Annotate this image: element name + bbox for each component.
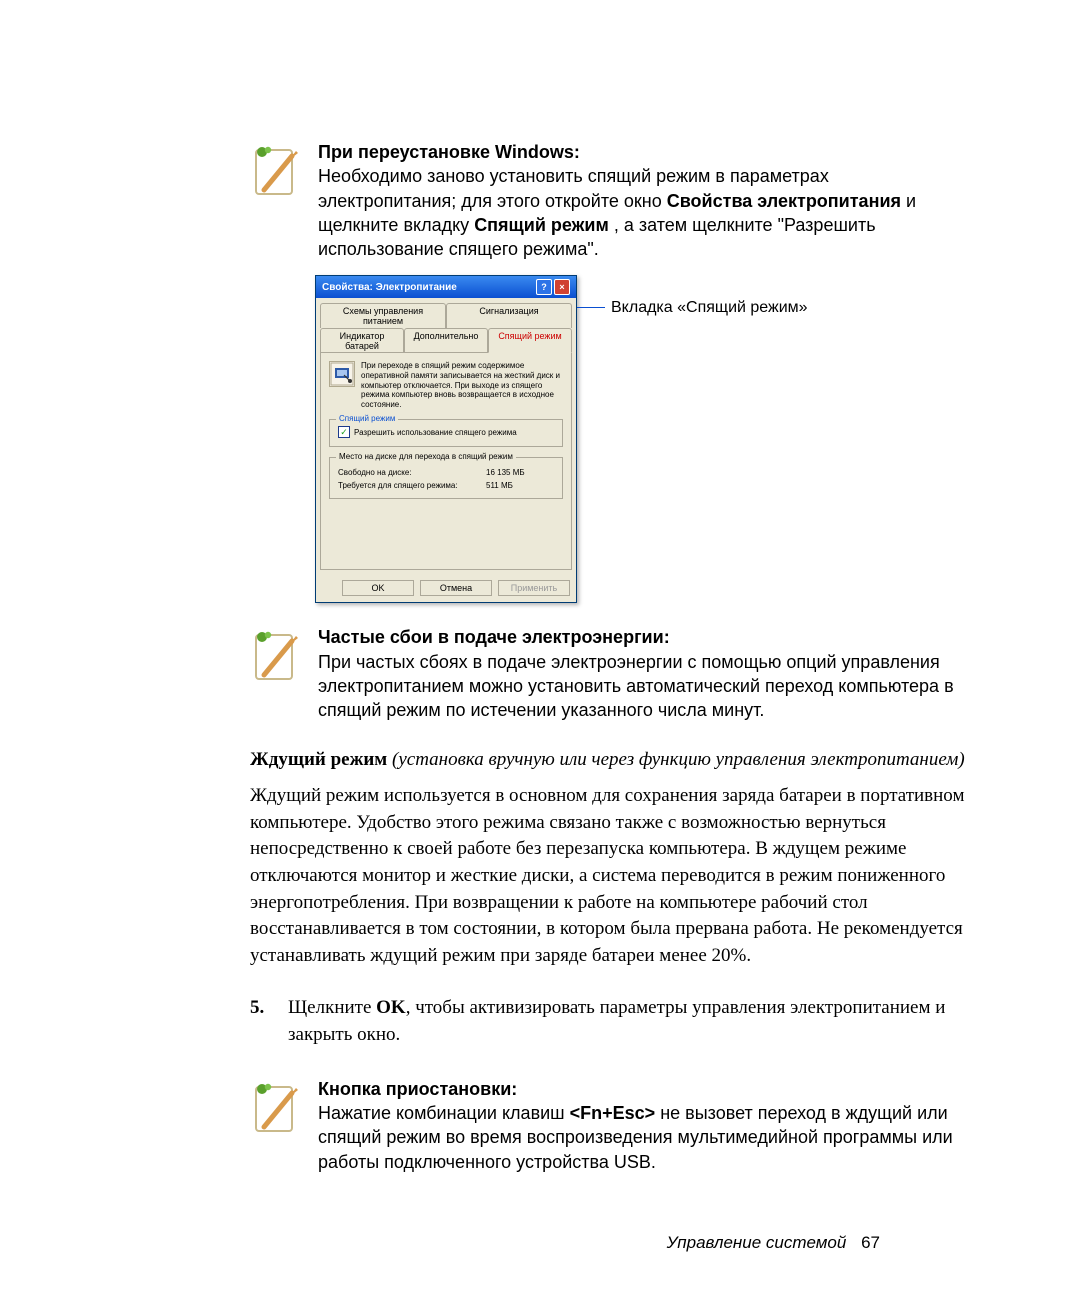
- dialog-info-text: При переходе в спящий режим содержимое о…: [361, 361, 563, 409]
- note-power-failures: Частые сбои в подаче электроэнергии: При…: [250, 625, 970, 722]
- note-text: Кнопка приостановки: Нажатие комбинации …: [318, 1077, 970, 1174]
- callout-label: Вкладка «Спящий режим»: [611, 299, 808, 317]
- callout-leader: [577, 307, 605, 309]
- note-suspend-button: Кнопка приостановки: Нажатие комбинации …: [250, 1077, 970, 1174]
- disk-free-value: 16 135 МБ: [486, 468, 525, 477]
- hibernate-icon: [329, 361, 355, 387]
- standby-paren: (установка вручную или через функцию упр…: [392, 749, 965, 770]
- page-footer: Управление системой 67: [667, 1233, 880, 1253]
- tab-hibernate[interactable]: Спящий режим: [488, 328, 572, 353]
- group-disk: Место на диске для перехода в спящий реж…: [329, 457, 563, 499]
- note-heading: Кнопка приостановки:: [318, 1079, 517, 1099]
- dialog-buttons: OK Отмена Применить: [316, 574, 576, 602]
- page-number: 67: [861, 1233, 880, 1252]
- power-dialog: Свойства: Электропитание ? × Схемы управ…: [315, 275, 577, 603]
- group-hibernate-legend: Спящий режим: [336, 414, 398, 423]
- note-bold2: Спящий режим: [474, 215, 609, 235]
- tab-schemes[interactable]: Схемы управления питанием: [320, 303, 446, 328]
- note-reinstall-windows: При переустановке Windows: Необходимо за…: [250, 140, 970, 261]
- note-bold: <Fn+Esc>: [570, 1103, 656, 1123]
- step-text: Щелкните OK, чтобы активизировать параме…: [288, 995, 970, 1048]
- note-icon: [250, 144, 300, 199]
- allow-hibernate-checkbox[interactable]: ✓ Разрешить использование спящего режима: [338, 426, 554, 438]
- note-bold1: Свойства электропитания: [667, 191, 901, 211]
- note-heading: Частые сбои в подаче электроэнергии:: [318, 627, 670, 647]
- step-number: 5.: [250, 995, 272, 1048]
- help-button[interactable]: ?: [536, 279, 552, 295]
- group-disk-legend: Место на диске для перехода в спящий реж…: [336, 452, 516, 461]
- hibernate-req-label: Требуется для спящего режима:: [338, 481, 478, 490]
- hibernate-req-value: 511 МБ: [486, 481, 513, 490]
- step-5: 5. Щелкните OK, чтобы активизировать пар…: [250, 995, 970, 1048]
- document-page: При переустановке Windows: Необходимо за…: [0, 0, 1080, 1309]
- dialog-title: Свойства: Электропитание: [322, 282, 457, 293]
- dialog-row: Свойства: Электропитание ? × Схемы управ…: [315, 275, 970, 603]
- dialog-body: При переходе в спящий режим содержимое о…: [320, 352, 572, 570]
- apply-button[interactable]: Применить: [498, 580, 570, 596]
- step-bold: OK: [376, 997, 406, 1018]
- tab-battery[interactable]: Индикатор батарей: [320, 328, 404, 353]
- close-button[interactable]: ×: [554, 279, 570, 295]
- note-heading: При переустановке Windows:: [318, 142, 580, 162]
- dialog-titlebar: Свойства: Электропитание ? ×: [316, 276, 576, 298]
- dialog-tabs: Схемы управления питанием Сигнализация И…: [316, 298, 576, 352]
- note-pre: Нажатие комбинации клавиш: [318, 1103, 570, 1123]
- standby-title: Ждущий режим: [250, 749, 387, 770]
- standby-body: Ждущий режим используется в основном для…: [250, 783, 970, 969]
- disk-free-label: Свободно на диске:: [338, 468, 478, 477]
- group-hibernate: Спящий режим ✓ Разрешить использование с…: [329, 419, 563, 447]
- checkbox-icon: ✓: [338, 426, 350, 438]
- note-icon: [250, 1081, 300, 1136]
- note-text: Частые сбои в подаче электроэнергии: При…: [318, 625, 970, 722]
- callout-hibernate-tab: Вкладка «Спящий режим»: [577, 299, 808, 317]
- allow-hibernate-label: Разрешить использование спящего режима: [354, 428, 517, 437]
- dialog-info: При переходе в спящий режим содержимое о…: [329, 361, 563, 409]
- note-text: При переустановке Windows: Необходимо за…: [318, 140, 970, 261]
- note-body: При частых сбоях в подаче электроэнергии…: [318, 652, 954, 721]
- step-pre: Щелкните: [288, 997, 376, 1018]
- tab-advanced[interactable]: Дополнительно: [404, 328, 488, 353]
- tab-alarms[interactable]: Сигнализация: [446, 303, 572, 328]
- ok-button[interactable]: OK: [342, 580, 414, 596]
- note-icon: [250, 629, 300, 684]
- standby-section: Ждущий режим (установка вручную или чере…: [250, 747, 970, 1049]
- footer-text: Управление системой: [667, 1233, 847, 1252]
- cancel-button[interactable]: Отмена: [420, 580, 492, 596]
